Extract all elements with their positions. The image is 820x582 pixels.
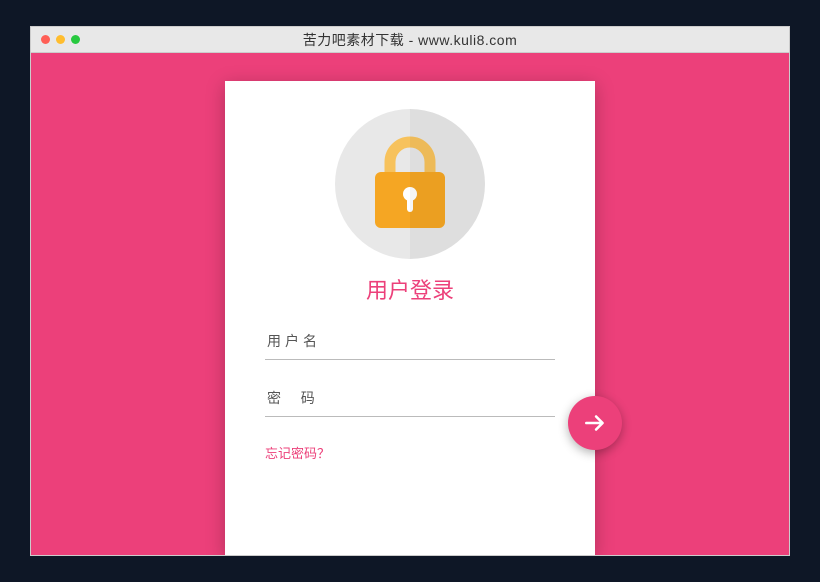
- login-card: 用户登录 忘记密码？: [225, 81, 595, 555]
- window-controls: [41, 35, 80, 44]
- window-title: 苦力吧素材下载 - www.kuli8.com: [303, 30, 518, 50]
- lock-circle-bg: [335, 109, 485, 259]
- title-bar: 苦力吧素材下载 - www.kuli8.com: [31, 27, 789, 53]
- arrow-right-icon: [582, 410, 608, 436]
- minimize-window-icon[interactable]: [56, 35, 65, 44]
- maximize-window-icon[interactable]: [71, 35, 80, 44]
- username-input[interactable]: [265, 323, 555, 360]
- lock-icon: [365, 134, 455, 234]
- password-input[interactable]: [265, 380, 555, 417]
- close-window-icon[interactable]: [41, 35, 50, 44]
- browser-window: 苦力吧素材下载 - www.kuli8.com 用户登录 忘记密码？: [30, 26, 790, 556]
- forgot-password-link[interactable]: 忘记密码？: [265, 443, 330, 462]
- submit-button[interactable]: [568, 396, 622, 450]
- page-viewport: 用户登录 忘记密码？: [31, 53, 789, 555]
- login-heading: 用户登录: [265, 273, 555, 305]
- lock-illustration: [265, 109, 555, 259]
